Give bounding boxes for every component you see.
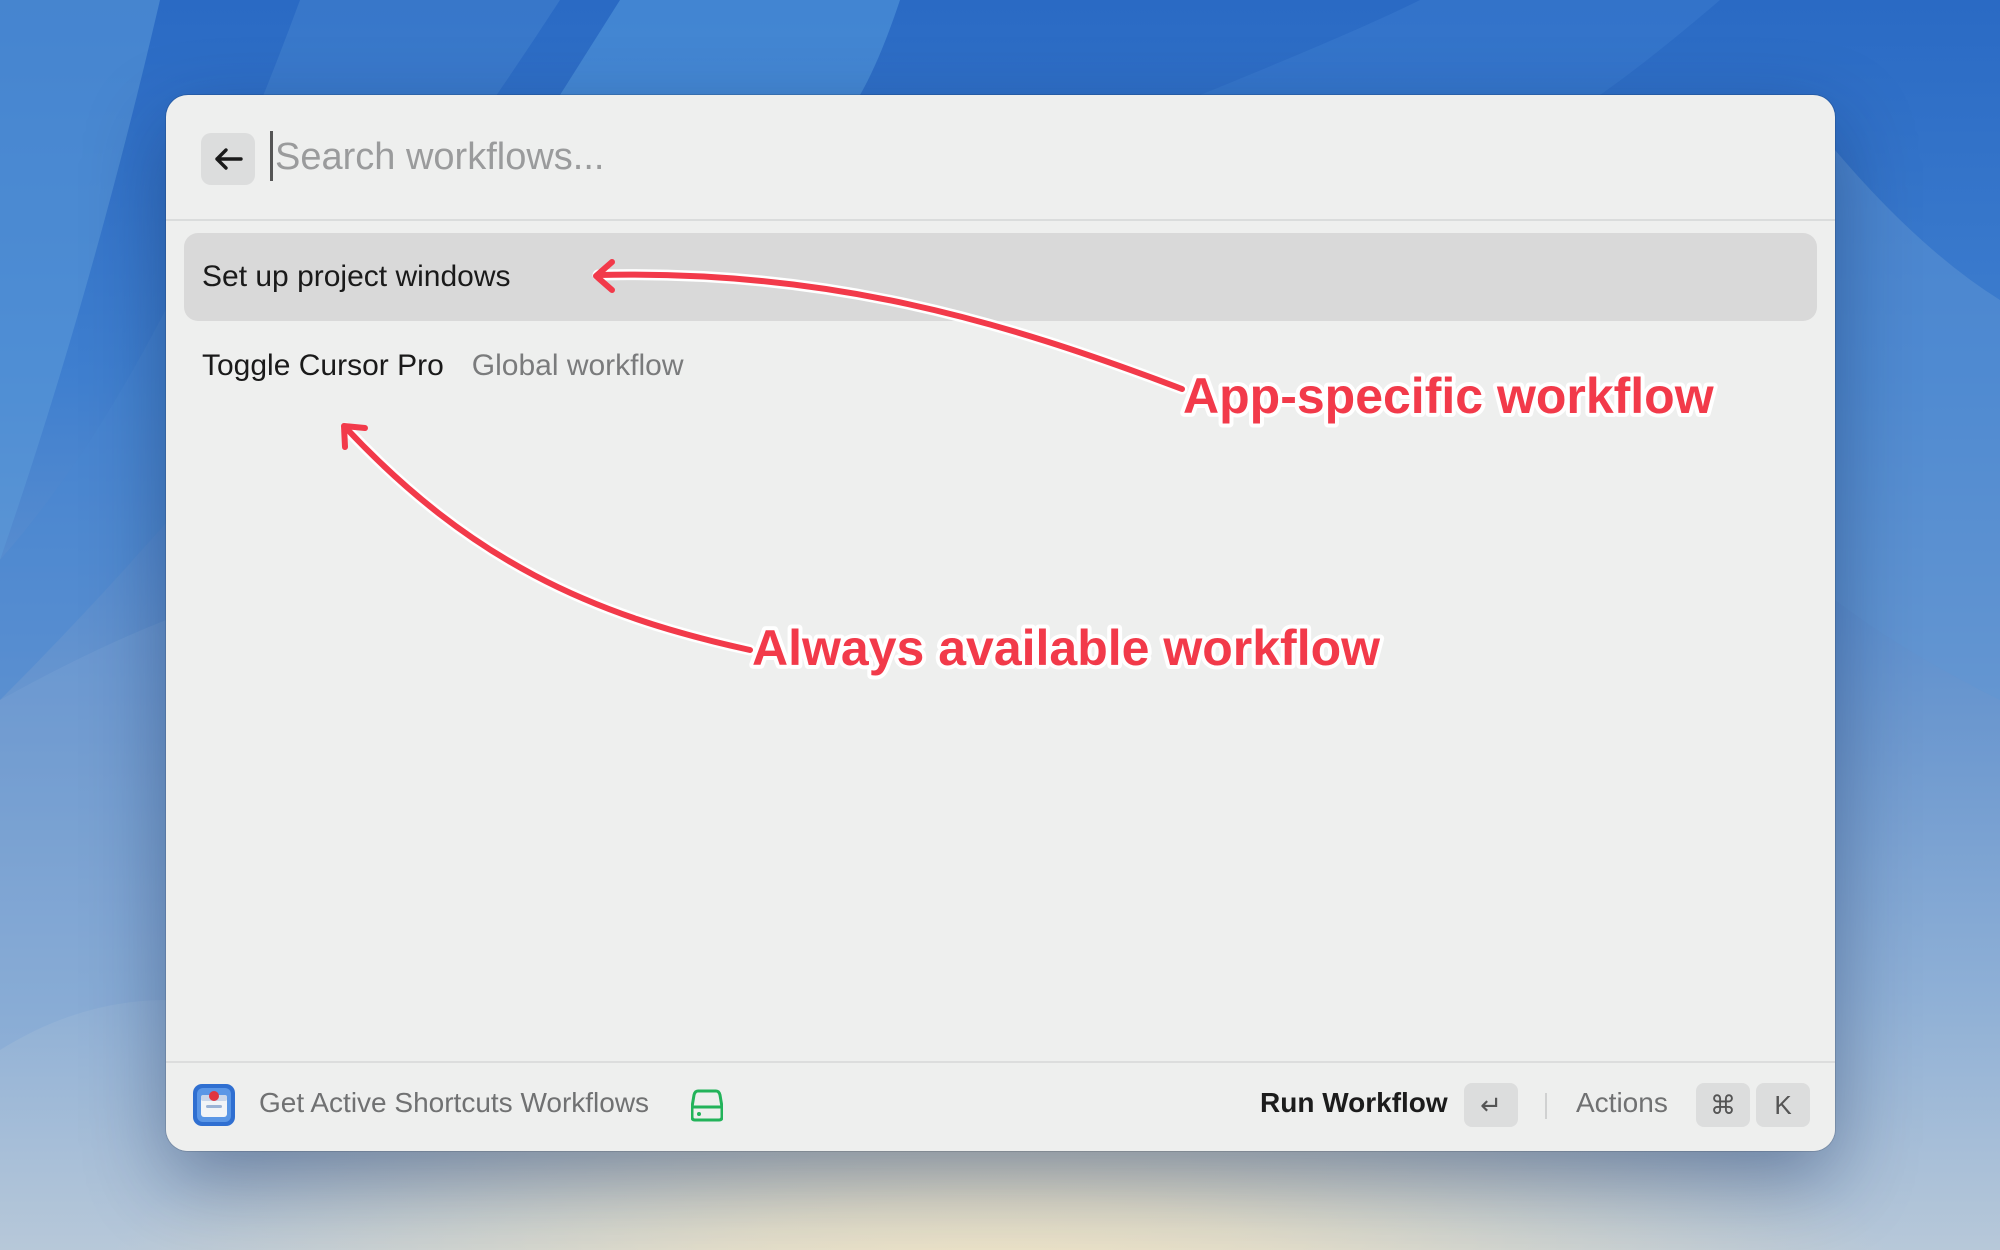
search-bar bbox=[166, 95, 1835, 221]
action-footer: Get Active Shortcuts Workflows Run Workf… bbox=[166, 1061, 1835, 1151]
list-item-title: Toggle Cursor Pro bbox=[202, 349, 444, 382]
list-item-subtitle: Global workflow bbox=[471, 349, 684, 382]
actions-button[interactable]: Actions bbox=[1576, 1087, 1668, 1119]
text-caret bbox=[270, 131, 273, 181]
run-workflow-button[interactable]: Run Workflow bbox=[1260, 1087, 1448, 1119]
command-title: Get Active Shortcuts Workflows bbox=[259, 1087, 650, 1118]
back-button[interactable] bbox=[201, 133, 255, 185]
list-item-set-up-project-windows[interactable]: Set up project windows bbox=[184, 233, 1817, 321]
footer-divider bbox=[1545, 1093, 1547, 1119]
list-item-title: Set up project windows bbox=[202, 260, 511, 293]
list-item-toggle-cursor-pro[interactable]: Toggle Cursor Pro Global workflow bbox=[184, 322, 1817, 410]
search-input[interactable] bbox=[269, 125, 1775, 189]
k-key: K bbox=[1756, 1083, 1810, 1127]
arrow-left-icon bbox=[215, 148, 243, 170]
enter-key: ↵ bbox=[1464, 1083, 1518, 1127]
shortcuts-app-icon bbox=[193, 1084, 235, 1126]
command-key: ⌘ bbox=[1696, 1083, 1750, 1127]
drive-icon bbox=[691, 1089, 723, 1122]
command-palette-window: Set up project windows Toggle Cursor Pro… bbox=[166, 95, 1835, 1151]
